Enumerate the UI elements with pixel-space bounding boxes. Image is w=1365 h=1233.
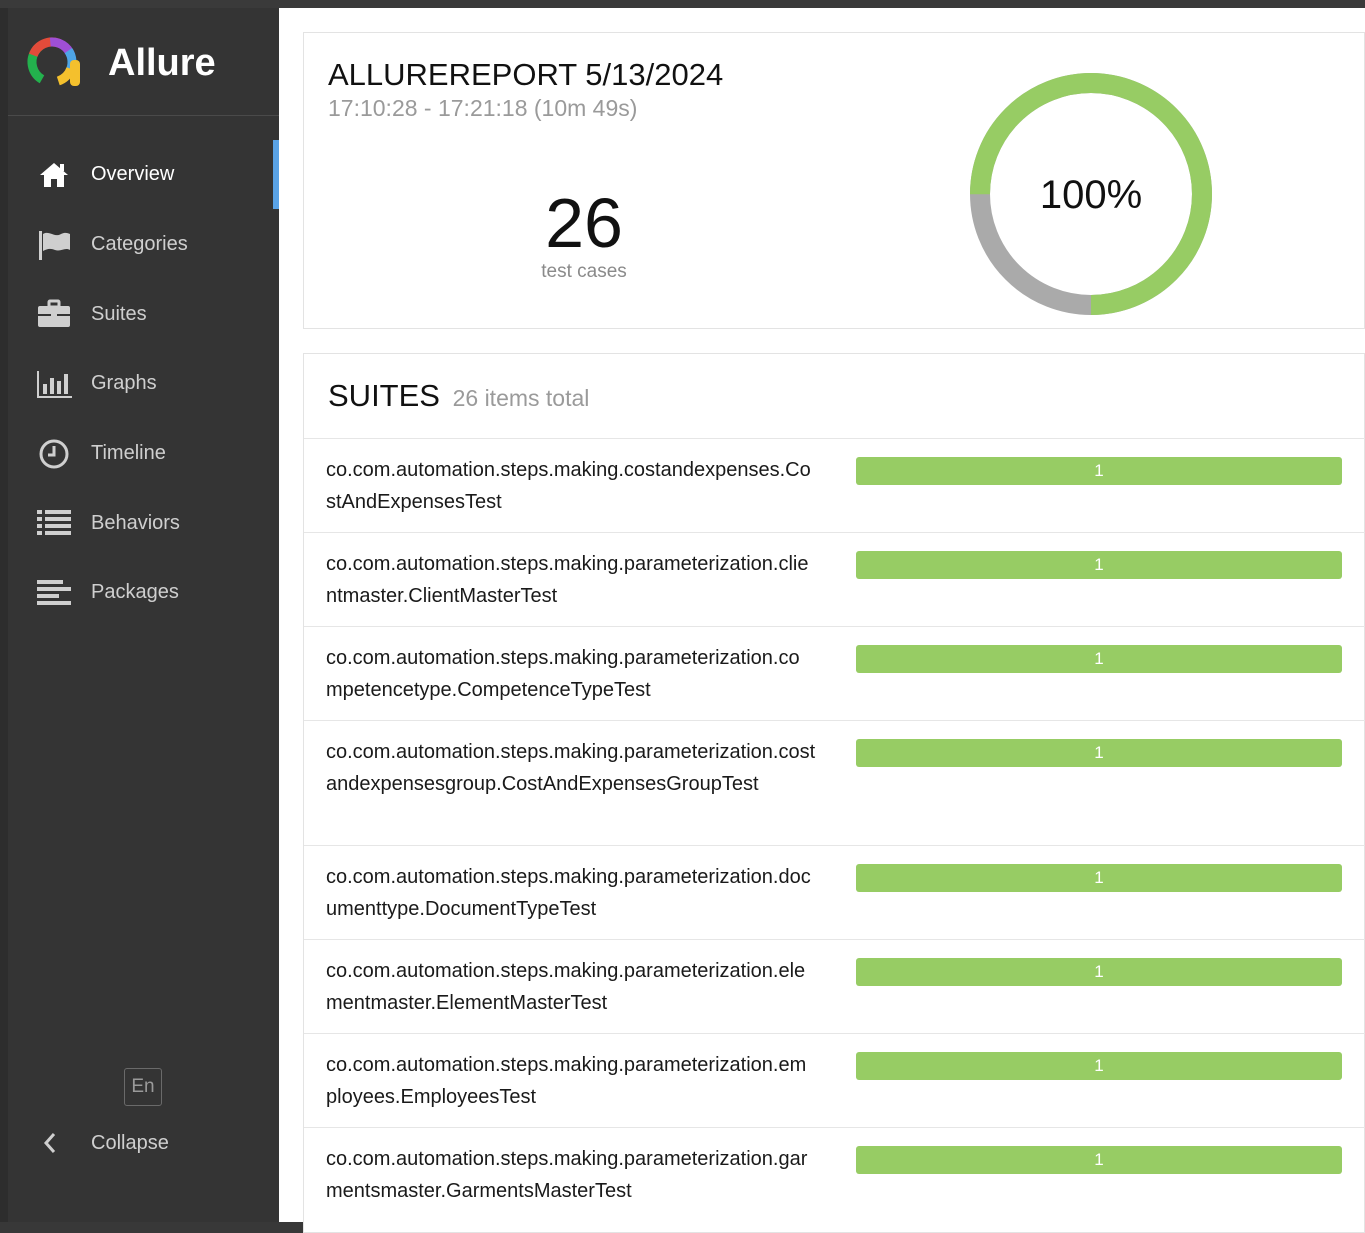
suite-name: co.com.automation.steps.making.parameter… [326, 741, 816, 795]
suite-row[interactable]: co.com.automation.steps.making.parameter… [304, 720, 1365, 845]
suite-name: co.com.automation.steps.making.parameter… [326, 1054, 807, 1108]
test-case-count: 26 [545, 184, 623, 262]
suite-status-bar[interactable]: 1 [856, 551, 1342, 579]
suite-row[interactable]: co.com.automation.steps.making.parameter… [304, 626, 1365, 720]
sidebar-item-label: Categories [91, 233, 188, 256]
chevron-left-icon [42, 1130, 58, 1161]
flag-icon [36, 229, 72, 261]
language-switch-button[interactable]: En [124, 1068, 162, 1106]
brand: Allure [8, 8, 279, 116]
window-left-edge [0, 8, 8, 1222]
suite-status-bar[interactable]: 1 [856, 457, 1342, 485]
sidebar-item-label: Overview [91, 163, 175, 186]
suite-status-bar[interactable]: 1 [856, 958, 1342, 986]
briefcase-icon [36, 298, 72, 330]
sidebar-item-label: Packages [91, 581, 179, 604]
allure-logo[interactable] [24, 32, 84, 92]
sidebar: Allure Overview Categories Suites Graphs [8, 8, 279, 1222]
sidebar-item-label: Graphs [91, 372, 157, 395]
suites-total: 26 items total [452, 385, 590, 411]
pass-rate-donut[interactable]: 100% [968, 71, 1214, 317]
sidebar-item-label: Timeline [91, 442, 166, 465]
pass-percent-label: 100% [1040, 173, 1142, 217]
suite-row[interactable]: co.com.automation.steps.making.costandex… [304, 438, 1365, 532]
sidebar-item-label: Suites [91, 302, 147, 325]
suite-row[interactable]: co.com.automation.steps.making.parameter… [304, 939, 1365, 1033]
suite-name: co.com.automation.steps.making.parameter… [326, 647, 800, 701]
list-icon [36, 507, 72, 539]
sidebar-item-suites[interactable]: Suites [8, 279, 279, 349]
window-top-bar [0, 0, 1365, 8]
align-left-icon [36, 577, 72, 609]
collapse-button[interactable]: Collapse [8, 1124, 279, 1164]
suite-row[interactable]: co.com.automation.steps.making.parameter… [304, 845, 1365, 939]
sidebar-item-graphs[interactable]: Graphs [8, 349, 279, 419]
sidebar-item-overview[interactable]: Overview [8, 140, 279, 210]
suite-row[interactable]: co.com.automation.steps.making.parameter… [304, 532, 1365, 626]
suite-status-bar[interactable]: 1 [856, 864, 1342, 892]
suite-status-bar[interactable]: 1 [856, 1146, 1342, 1174]
bar-chart-icon [36, 368, 72, 400]
suite-status-bar[interactable]: 1 [856, 1052, 1342, 1080]
home-icon [36, 159, 72, 191]
suites-widget: SUITES 26 items total co.com.automation.… [303, 353, 1365, 1233]
suite-name: co.com.automation.steps.making.parameter… [326, 960, 806, 1014]
suite-name: co.com.automation.steps.making.costandex… [326, 459, 811, 513]
sidebar-nav: Overview Categories Suites Graphs Timeli… [8, 140, 279, 628]
suite-name: co.com.automation.steps.making.parameter… [326, 1148, 808, 1202]
report-title: ALLUREREPORT 5/13/2024 [328, 57, 724, 92]
suite-status-bar[interactable]: 1 [856, 645, 1342, 673]
clock-icon [36, 438, 72, 470]
app-name: Allure [108, 42, 216, 84]
main-content: ALLUREREPORT 5/13/2024 17:10:28 - 17:21:… [279, 8, 1365, 1233]
suite-row[interactable]: co.com.automation.steps.making.parameter… [304, 1033, 1365, 1127]
suites-list: co.com.automation.steps.making.costandex… [304, 438, 1365, 1221]
suite-name: co.com.automation.steps.making.parameter… [326, 866, 811, 920]
test-case-count-label: test cases [541, 261, 627, 282]
sidebar-item-packages[interactable]: Packages [8, 558, 279, 628]
suite-status-bar[interactable]: 1 [856, 739, 1342, 767]
sidebar-item-timeline[interactable]: Timeline [8, 419, 279, 489]
summary-widget: ALLUREREPORT 5/13/2024 17:10:28 - 17:21:… [303, 32, 1365, 329]
sidebar-item-behaviors[interactable]: Behaviors [8, 488, 279, 558]
suites-heading: SUITES 26 items total [328, 378, 589, 414]
sidebar-item-label: Behaviors [91, 511, 180, 534]
collapse-label: Collapse [91, 1132, 169, 1154]
sidebar-item-categories[interactable]: Categories [8, 210, 279, 280]
suite-name: co.com.automation.steps.making.parameter… [326, 553, 809, 607]
suites-title: SUITES [328, 378, 440, 413]
suite-row[interactable]: co.com.automation.steps.making.parameter… [304, 1127, 1365, 1221]
report-time-range: 17:10:28 - 17:21:18 (10m 49s) [328, 95, 638, 121]
